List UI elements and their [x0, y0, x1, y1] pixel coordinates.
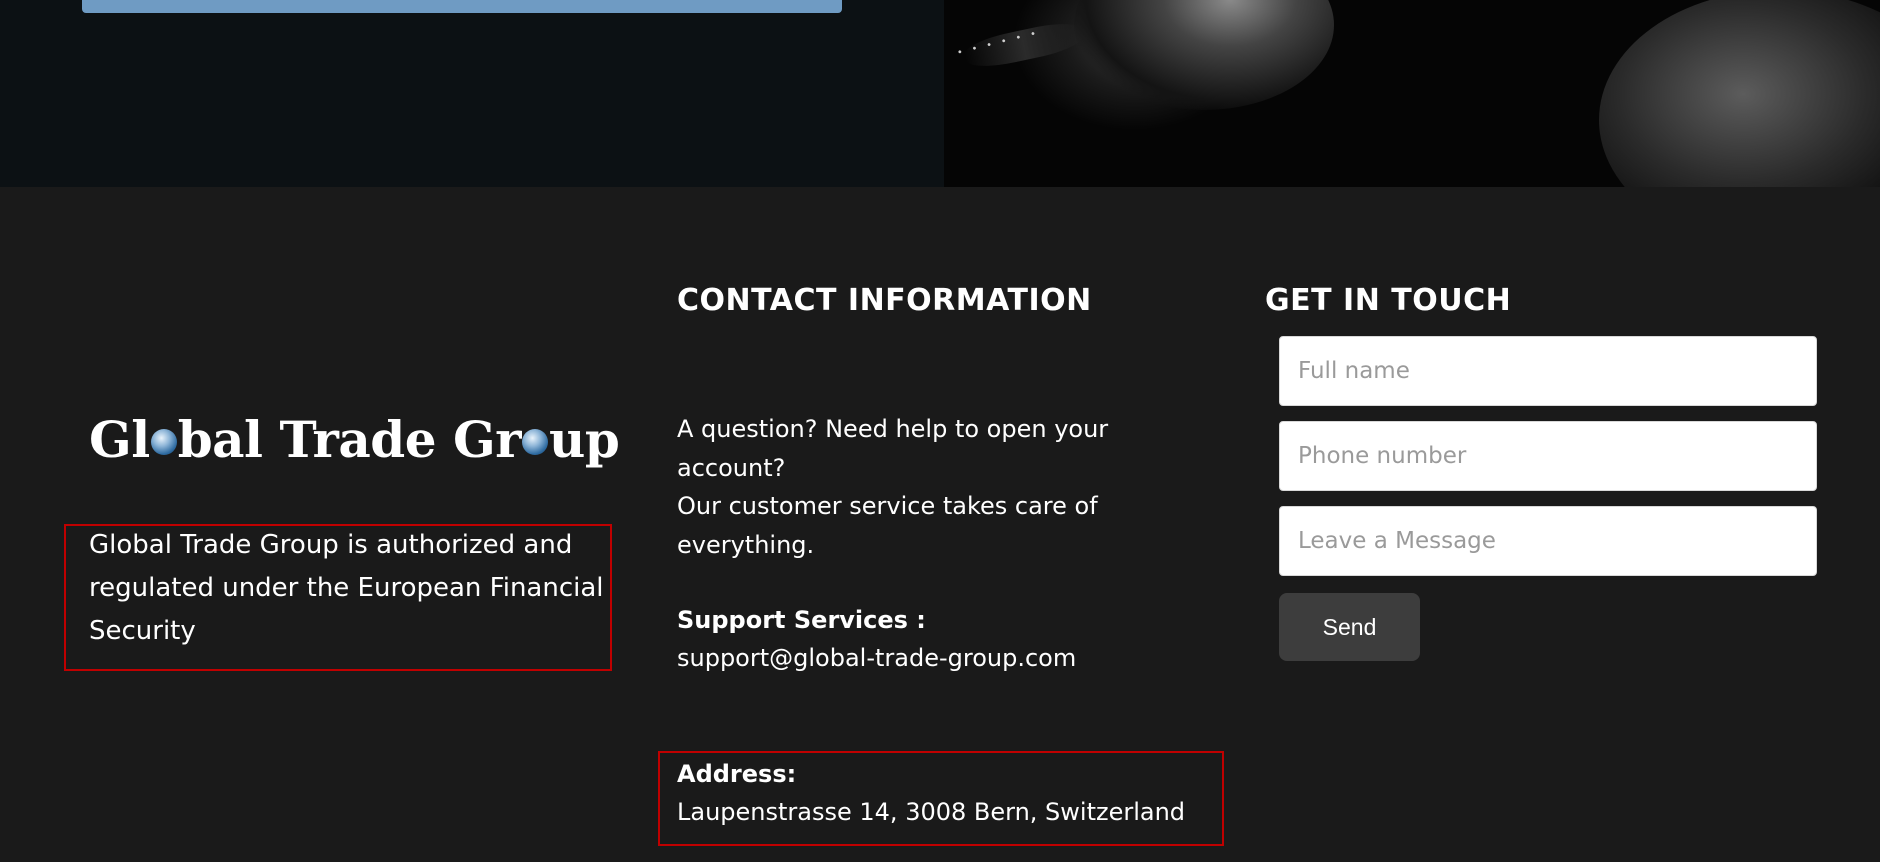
hero-left-panel	[0, 0, 944, 187]
support-label: Support Services :	[677, 606, 926, 634]
hero-image: • • • • • •	[944, 0, 1880, 187]
contact-intro: A question? Need help to open your accou…	[677, 415, 1109, 559]
hero-section: • • • • • •	[0, 0, 1880, 187]
globe-icon	[150, 429, 177, 455]
fullname-input[interactable]	[1279, 336, 1817, 406]
phone-input[interactable]	[1279, 421, 1817, 491]
support-email-link[interactable]: support@global-trade-group.com	[677, 639, 1076, 677]
form-title: GET IN TOUCH	[1265, 283, 1512, 318]
address-value: Laupenstrasse 14, 3008 Bern, Switzerland	[677, 798, 1186, 826]
send-button[interactable]: Send	[1279, 593, 1420, 661]
globe-icon	[522, 429, 548, 455]
contact-title: CONTACT INFORMATION	[677, 283, 1092, 318]
hero-cta-bar[interactable]	[82, 0, 842, 13]
about-text: Global Trade Group is authorized and reg…	[89, 530, 604, 646]
address-label: Address:	[677, 760, 797, 788]
message-input[interactable]	[1279, 506, 1817, 576]
brand-logo[interactable]: Gl bal Trade Gr up	[89, 410, 620, 469]
